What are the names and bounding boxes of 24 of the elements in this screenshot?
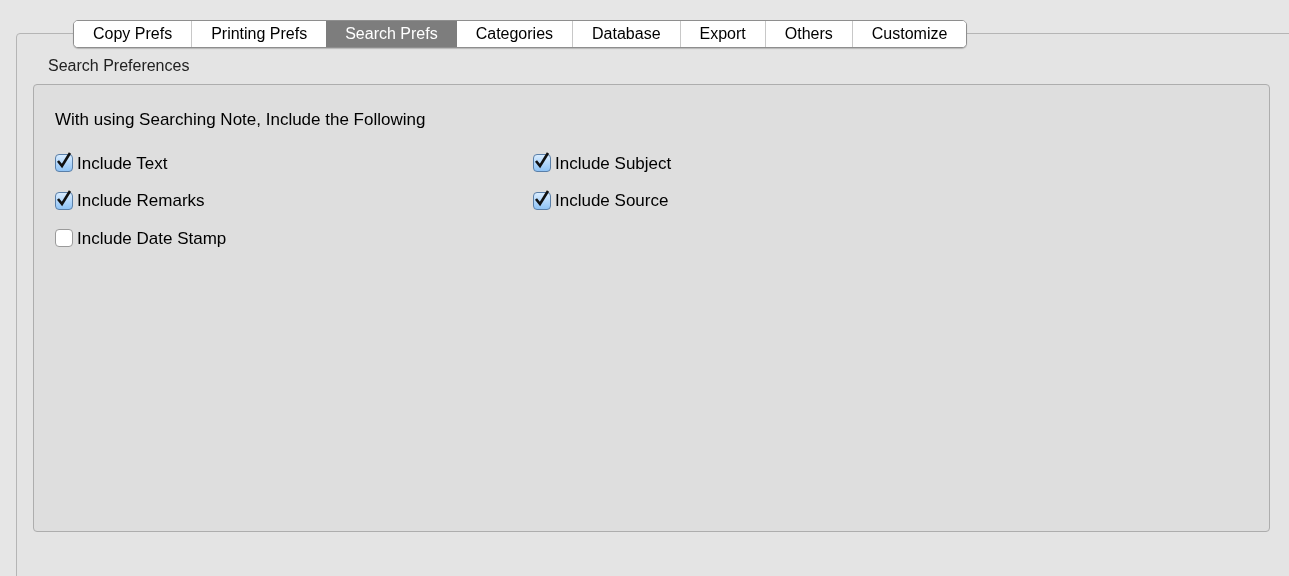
checkbox-label: Include Remarks <box>77 190 205 212</box>
section-heading: With using Searching Note, Include the Following <box>55 109 426 131</box>
checkbox[interactable] <box>533 154 551 173</box>
checkmark-icon <box>56 152 72 171</box>
tab[interactable]: Search Prefs <box>326 21 457 47</box>
checkbox-label: Include Source <box>555 190 669 212</box>
checkbox[interactable] <box>55 191 73 210</box>
checkbox[interactable] <box>55 154 73 173</box>
checkbox-label: Include Text <box>77 152 168 175</box>
tab[interactable]: Export <box>679 21 765 47</box>
checkmark-icon <box>534 152 550 171</box>
checkbox[interactable] <box>533 191 551 210</box>
checkmark-icon <box>56 189 72 208</box>
checkbox[interactable] <box>55 229 73 248</box>
checkbox-label: Include Date Stamp <box>77 227 227 250</box>
checkbox-label: Include Subject <box>555 152 672 175</box>
tab[interactable]: Printing Prefs <box>191 21 327 47</box>
group-title: Search Preferences <box>48 57 190 74</box>
tab[interactable]: Others <box>764 21 852 47</box>
checkmark-icon <box>534 189 550 208</box>
tab[interactable]: Categories <box>456 21 573 47</box>
tab[interactable]: Copy Prefs <box>74 21 192 47</box>
tab[interactable]: Customize <box>851 21 967 47</box>
tab[interactable]: Database <box>572 21 680 47</box>
